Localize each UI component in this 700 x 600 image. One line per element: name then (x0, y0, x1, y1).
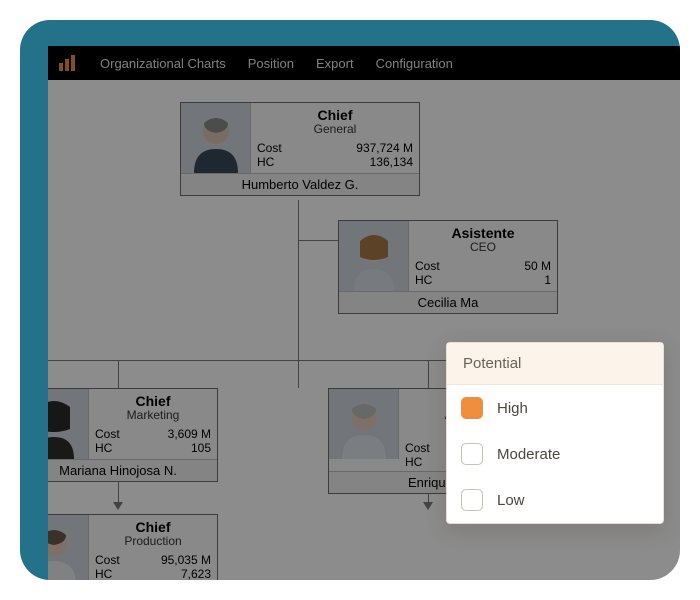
checkbox-icon (461, 489, 483, 511)
popup-option-label: Low (497, 492, 525, 509)
cost-label: Cost (405, 441, 430, 455)
popup-option-label: High (497, 400, 528, 417)
cost-label: Cost (95, 427, 120, 441)
connector-line (298, 240, 338, 241)
hc-label: HC (405, 455, 430, 469)
menu-configuration[interactable]: Configuration (376, 56, 453, 71)
card-role: Chief (89, 393, 217, 409)
org-card-ceo[interactable]: Chief General Cost HC 937,724 M 136,134 (180, 102, 420, 196)
potential-popup: Potential High Moderate Low (446, 342, 664, 524)
org-card-assistant[interactable]: Asistente CEO Cost HC 50 M 1 (338, 220, 558, 314)
app-logo-icon (58, 54, 78, 72)
arrow-down-icon (423, 502, 433, 510)
potential-option-high[interactable]: High (447, 385, 663, 431)
arrow-down-icon (113, 502, 123, 510)
cost-value: 50 M (524, 259, 551, 273)
card-area: General (251, 123, 419, 137)
card-name: Mariana Hinojosa N. (48, 459, 217, 481)
hc-label: HC (95, 441, 120, 455)
popup-option-label: Moderate (497, 446, 560, 463)
card-area: Production (89, 535, 217, 549)
card-role: Asistente (409, 225, 557, 241)
menubar: Organizational Charts Position Export Co… (48, 46, 680, 80)
avatar (329, 389, 399, 459)
cost-label: Cost (95, 553, 120, 567)
hc-value: 7,623 (161, 567, 211, 580)
cost-value: 3,609 M (168, 427, 211, 441)
checkbox-icon (461, 443, 483, 465)
connector-line (118, 482, 119, 504)
menu-org-charts[interactable]: Organizational Charts (100, 56, 226, 71)
card-name: Humberto Valdez G. (181, 173, 419, 195)
popup-title: Potential (447, 343, 663, 385)
cost-value: 937,724 M (356, 141, 413, 155)
menu-export[interactable]: Export (316, 56, 354, 71)
potential-option-low[interactable]: Low (447, 477, 663, 523)
org-card-marketing[interactable]: Chief Marketing Cost HC 3,609 M 105 (48, 388, 218, 482)
menu-position[interactable]: Position (248, 56, 294, 71)
card-role: Chief (89, 519, 217, 535)
card-area: CEO (409, 241, 557, 255)
avatar (339, 221, 409, 291)
cost-label: Cost (415, 259, 440, 273)
cost-value: 95,035 M (161, 553, 211, 567)
hc-label: HC (415, 273, 440, 287)
potential-option-moderate[interactable]: Moderate (447, 431, 663, 477)
hc-value: 136,134 (356, 155, 413, 169)
screen: Organizational Charts Position Export Co… (48, 46, 680, 580)
cost-label: Cost (257, 141, 282, 155)
device-frame: Organizational Charts Position Export Co… (20, 20, 680, 580)
card-role: Chief (251, 107, 419, 123)
connector-line (428, 360, 429, 388)
hc-value: 1 (524, 273, 551, 287)
card-name: Cecilia Ma (339, 291, 557, 313)
checkbox-icon (461, 397, 483, 419)
hc-label: HC (95, 567, 120, 580)
avatar (181, 103, 251, 173)
avatar (48, 389, 89, 459)
connector-line (118, 360, 119, 388)
org-card-production[interactable]: Chief Production Cost HC 95,035 M 7,623 (48, 514, 218, 580)
avatar (48, 515, 89, 580)
card-area: Marketing (89, 409, 217, 423)
hc-label: HC (257, 155, 282, 169)
hc-value: 105 (168, 441, 211, 455)
